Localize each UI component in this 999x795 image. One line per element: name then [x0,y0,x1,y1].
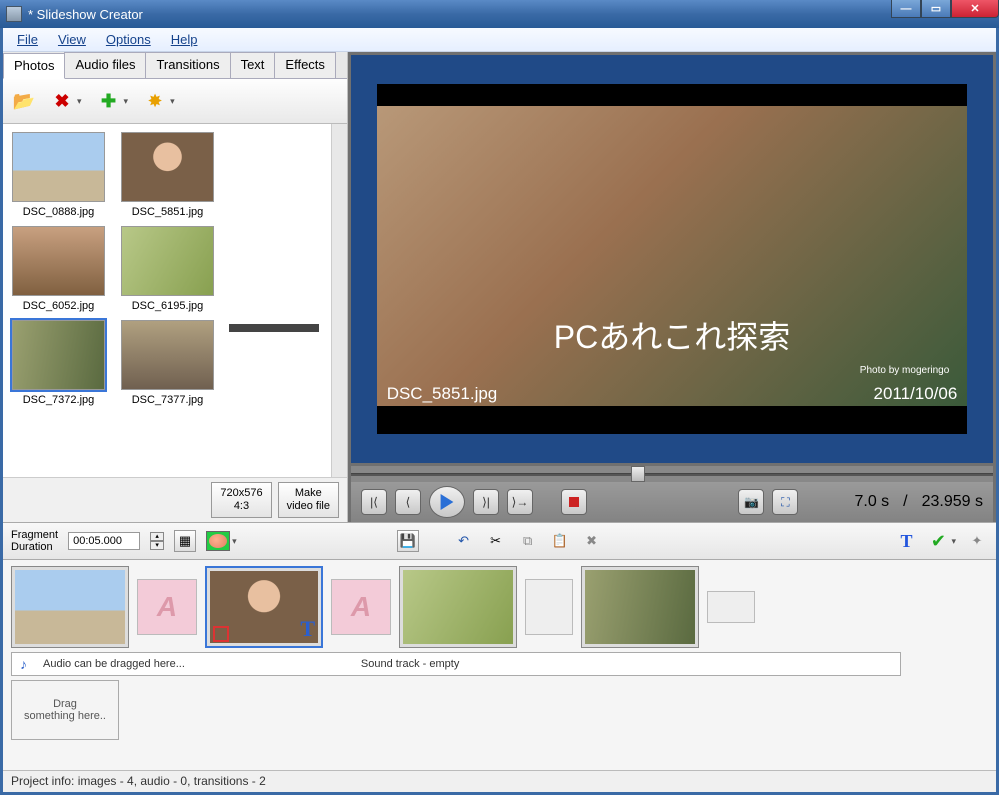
close-button[interactable]: ✕ [951,0,999,18]
menu-help[interactable]: Help [163,30,206,49]
thumb-item[interactable]: DSC_7377.jpg [120,320,215,406]
preview-panel: PCあれこれ探索 Photo by mogeringo DSC_5851.jpg… [348,52,996,522]
thumb-item[interactable]: DSC_5851.jpg [120,132,215,218]
duration-spinner[interactable]: ▴▾ [150,532,164,550]
delete-icon[interactable]: ✖ [51,90,73,112]
preview-area: PCあれこれ探索 Photo by mogeringo DSC_5851.jpg… [351,55,993,463]
lock-duration-button[interactable]: ▦ [174,530,196,552]
thumb-item[interactable]: DSC_6195.jpg [120,226,215,312]
timeline-gap[interactable] [525,579,573,635]
tab-bar: Photos Audio files Transitions Text Effe… [3,52,347,79]
prev-button[interactable]: ⟨ [395,489,421,515]
timeline-clip[interactable]: T [205,566,323,648]
next-button[interactable]: ⟩| [473,489,499,515]
fullscreen-button[interactable]: ⛶ [772,489,798,515]
copy-icon[interactable]: ⧉ [517,530,539,552]
left-panel: Photos Audio files Transitions Text Effe… [3,52,348,522]
timeline-clip[interactable] [399,566,517,648]
scroll-hint [229,324,319,332]
timeline-transition[interactable]: A [137,579,197,635]
apply-icon[interactable]: ✔ [927,530,949,552]
tab-photos[interactable]: Photos [3,53,65,79]
save-icon[interactable]: 💾 [397,530,419,552]
background-color-button[interactable] [206,531,230,551]
tab-text[interactable]: Text [230,52,276,78]
bgcolor-dropdown-icon[interactable]: ▾ [232,536,237,547]
tab-audio[interactable]: Audio files [64,52,146,78]
time-current: 7.0 s [854,493,889,511]
photo-toolbar: 📂 ✖ ▾ ✚ ▾ ✸ ▾ [3,79,347,124]
resolution-button[interactable]: 720x576 4:3 [211,482,271,518]
delete-dropdown-icon[interactable]: ▾ [77,96,82,107]
grid-scrollbar[interactable] [331,124,347,477]
text-tool-icon[interactable]: T [895,530,917,552]
crop-marker-icon [213,626,229,642]
stop-button[interactable] [561,489,587,515]
wand-icon[interactable]: ✦ [966,530,988,552]
add-icon[interactable]: ✚ [98,90,120,112]
thumbnail-grid: DSC_0888.jpg DSC_5851.jpg DSC_6052.jpg D… [3,124,331,477]
preview-filename: DSC_5851.jpg [387,384,498,404]
cut-icon[interactable]: ✂ [485,530,507,552]
tab-transitions[interactable]: Transitions [145,52,230,78]
fragment-toolbar: FragmentDuration ▴▾ ▦ ▾ 💾 ↶ ✂ ⧉ 📋 ✖ T ✔ … [3,522,996,560]
timeline-clip[interactable] [581,566,699,648]
thumb-item[interactable]: DSC_6052.jpg [11,226,106,312]
timeline-gap[interactable] [707,591,755,623]
timeline: A T A ♪ Audio can be dragged here... Sou… [3,560,996,770]
menu-view[interactable]: View [50,30,94,49]
go-end-button[interactable]: ⟩→ [507,489,533,515]
snapshot-button[interactable]: 📷 [738,489,764,515]
fragment-label: FragmentDuration [11,529,58,553]
menu-file[interactable]: File [9,30,46,49]
play-button[interactable] [429,486,465,518]
seek-slider[interactable] [351,466,993,482]
undo-icon[interactable]: ↶ [453,530,475,552]
add-dropdown-icon[interactable]: ▾ [124,96,129,107]
timeline-clip[interactable] [11,566,129,648]
go-start-button[interactable]: |⟨ [361,489,387,515]
maximize-button[interactable]: ▭ [921,0,951,18]
playback-controls: |⟨ ⟨ ⟩| ⟩→ 📷 ⛶ 7.0 s / 23.959 s [351,482,993,522]
window-title: * Slideshow Creator [28,7,143,22]
music-note-icon: ♪ [20,656,27,672]
effect-dropdown-icon[interactable]: ▾ [170,96,175,107]
make-video-button[interactable]: Make video file [278,482,339,518]
seek-handle[interactable] [631,466,645,482]
preview-overlay-text: PCあれこれ探索 [554,312,790,358]
preview-credit: Photo by mogeringo [860,365,950,376]
text-marker-icon: T [300,616,315,642]
minimize-button[interactable]: — [891,0,921,18]
menu-options[interactable]: Options [98,30,159,49]
thumb-item[interactable]: DSC_7372.jpg [11,320,106,406]
time-sep: / [903,493,907,511]
apply-dropdown-icon[interactable]: ▾ [951,536,956,547]
delete-clip-icon[interactable]: ✖ [581,530,603,552]
status-bar: Project info: images - 4, audio - 0, tra… [3,770,996,792]
app-icon [6,6,22,22]
timeline-transition[interactable]: A [331,579,391,635]
paste-icon[interactable]: 📋 [549,530,571,552]
title-bar: * Slideshow Creator — ▭ ✕ [0,0,999,28]
time-total: 23.959 s [922,493,983,511]
open-folder-icon[interactable]: 📂 [13,90,35,112]
effect-icon[interactable]: ✸ [144,90,166,112]
drag-target[interactable]: Drag something here.. [11,680,119,740]
thumb-item[interactable]: DSC_0888.jpg [11,132,106,218]
audio-track[interactable]: ♪ Audio can be dragged here... Sound tra… [11,652,901,676]
menu-bar: File View Options Help [3,28,996,52]
tab-effects[interactable]: Effects [274,52,336,78]
duration-input[interactable] [68,532,140,550]
audio-drag-hint: Audio can be dragged here... [35,658,193,670]
preview-date: 2011/10/06 [873,384,957,404]
preview-image: PCあれこれ探索 Photo by mogeringo DSC_5851.jpg… [377,84,968,435]
audio-empty-label: Sound track - empty [353,658,467,670]
